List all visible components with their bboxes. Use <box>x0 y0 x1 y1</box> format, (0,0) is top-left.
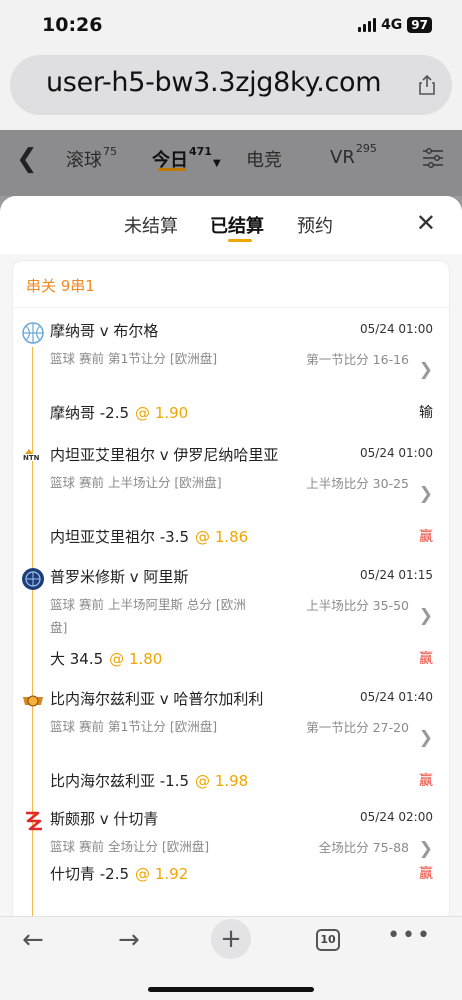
pick-label: 大 34.5 <box>50 650 104 668</box>
bet-market: 篮球 赛前 上半场阿里斯 总分 [欧洲 <box>50 597 246 612</box>
bet-result: 赢 <box>419 866 433 882</box>
filter-icon[interactable] <box>422 148 444 168</box>
tab-count: 295 <box>355 142 377 155</box>
new-tab-plus-icon[interactable]: + <box>211 919 251 959</box>
bet-row[interactable]: 摩纳哥 v 布尔格 05/24 01:00 篮球 赛前 第1节让分 [欧洲盘] … <box>13 321 451 441</box>
tab-count: 75 <box>103 145 117 158</box>
share-icon[interactable] <box>418 75 436 95</box>
match-datetime: 05/24 01:00 <box>360 322 433 336</box>
odds: @ 1.80 <box>109 650 163 668</box>
match-name: 斯颇那 v 什切青 <box>50 810 159 828</box>
signal-icon <box>358 18 377 32</box>
tab-vr[interactable]: VR295 <box>330 142 377 168</box>
match-datetime: 05/24 02:00 <box>360 810 433 824</box>
url-bar[interactable]: user-h5-bw3.3zjg8ky.com <box>10 55 452 115</box>
tabs-count-button[interactable]: 10 <box>316 929 340 951</box>
match-score: 第一节比分 27-20 <box>306 720 409 735</box>
sheet-tabs: 未结算 已结算 预约 ✕ <box>0 196 462 254</box>
bet-pick: 什切青 -2.5 @ 1.92 <box>50 863 188 884</box>
tab-unsettled[interactable]: 未结算 <box>124 212 178 238</box>
match-name: 比内海尔兹利亚 v 哈普尔加利利 <box>50 690 264 708</box>
status-time: 10:26 <box>42 14 103 36</box>
active-tab-indicator <box>228 239 252 242</box>
network-type: 4G <box>381 17 403 33</box>
odds: @ 1.98 <box>195 772 249 790</box>
bet-market: 篮球 赛前 第1节让分 [欧洲盘] <box>50 351 218 366</box>
tab-reserved[interactable]: 预约 <box>297 212 333 238</box>
tab-live[interactable]: 滚球75 <box>66 145 117 172</box>
close-icon[interactable]: ✕ <box>416 209 436 237</box>
match-name: 内坦亚艾里祖尔 v 伊罗尼纳哈里亚 <box>50 446 279 464</box>
forward-arrow-icon[interactable]: → <box>118 925 140 955</box>
match-datetime: 05/24 01:40 <box>360 690 433 704</box>
odds: @ 1.90 <box>135 404 189 422</box>
bet-pick: 比内海尔兹利亚 -1.5 @ 1.98 <box>50 770 248 791</box>
bet-pick: 摩纳哥 -2.5 @ 1.90 <box>50 402 188 423</box>
more-menu-icon[interactable]: ••• <box>387 923 432 948</box>
match-datetime: 05/24 01:00 <box>360 446 433 460</box>
match-score: 上半场比分 30-25 <box>306 476 409 491</box>
bet-market: 篮球 赛前 上半场让分 [欧洲盘] <box>50 475 222 490</box>
active-tab-indicator <box>158 168 186 171</box>
team-crest-icon <box>23 695 43 707</box>
team-logo-icon: NTN <box>22 449 44 462</box>
status-indicators: 4G 97 <box>358 17 432 33</box>
chevron-right-icon[interactable]: ❯ <box>419 839 433 859</box>
chevron-right-icon[interactable]: ❯ <box>419 728 433 748</box>
back-arrow-icon[interactable]: ← <box>22 925 44 955</box>
svg-text:NTN: NTN <box>23 454 40 462</box>
tab-settled[interactable]: 已结算 <box>210 212 264 238</box>
browser-chrome: 10:26 4G 97 user-h5-bw3.3zjg8ky.com <box>0 0 462 130</box>
odds: @ 1.92 <box>135 865 189 883</box>
tab-label: 滚球 <box>66 150 102 171</box>
pick-label: 比内海尔兹利亚 -1.5 <box>50 772 190 790</box>
tab-label: 电竞 <box>246 150 282 171</box>
tab-esports[interactable]: 电竞 <box>246 146 282 172</box>
bet-pick: 大 34.5 @ 1.80 <box>50 648 162 669</box>
bet-row[interactable]: 斯颇那 v 什切青 05/24 02:00 篮球 赛前 全场让分 [欧洲盘] 全… <box>13 809 451 916</box>
pick-label: 什切青 -2.5 <box>50 865 130 883</box>
bet-row[interactable]: NTN 内坦亚艾里祖尔 v 伊罗尼纳哈里亚 05/24 01:00 篮球 赛前 … <box>13 445 451 565</box>
basketball-icon <box>22 322 44 344</box>
match-score: 上半场比分 35-50 <box>306 598 409 613</box>
bet-result: 赢 <box>419 651 433 667</box>
back-icon[interactable]: ❮ <box>16 144 38 174</box>
pick-label: 内坦亚艾里祖尔 -3.5 <box>50 528 190 546</box>
home-indicator <box>148 987 314 992</box>
match-datetime: 05/24 01:15 <box>360 568 433 582</box>
bet-result: 赢 <box>419 773 433 789</box>
battery-icon: 97 <box>407 17 432 33</box>
bet-result: 赢 <box>419 529 433 545</box>
parlay-card: 串关 9串1 摩纳哥 v 布尔格 05/24 01:00 篮球 赛前 第1节让分… <box>12 260 450 916</box>
bet-row[interactable]: 比内海尔兹利亚 v 哈普尔加利利 05/24 01:40 篮球 赛前 第1节让分… <box>13 689 451 809</box>
browser-toolbar: ← → + 10 ••• <box>0 916 462 1000</box>
bet-record-sheet: 未结算 已结算 预约 ✕ 串关 9串1 摩纳哥 v 布尔格 05/24 01:0… <box>0 196 462 916</box>
match-score: 第一节比分 16-16 <box>306 352 409 367</box>
parlay-title: 串关 9串1 <box>26 277 95 295</box>
odds: @ 1.86 <box>195 528 249 546</box>
bet-row[interactable]: 普罗米修斯 v 阿里斯 05/24 01:15 篮球 赛前 上半场阿里斯 总分 … <box>13 567 451 687</box>
match-score: 全场比分 75-88 <box>318 840 409 855</box>
red-squiggle-icon <box>26 811 42 831</box>
pick-label: 摩纳哥 -2.5 <box>50 404 130 422</box>
bet-market-cont: 盘] <box>50 620 68 635</box>
tab-count: 471 <box>189 145 212 158</box>
chevron-right-icon[interactable]: ❯ <box>419 360 433 380</box>
caret-down-icon: ▼ <box>212 158 221 169</box>
sports-nav: ❮ 滚球75 今日471▼ 电竞 VR295 <box>0 130 462 196</box>
bet-result: 输 <box>419 405 433 421</box>
bet-pick: 内坦亚艾里祖尔 -3.5 @ 1.86 <box>50 526 248 547</box>
tab-label: VR <box>330 147 355 168</box>
url-text: user-h5-bw3.3zjg8ky.com <box>46 67 382 98</box>
ball-globe-icon <box>22 568 44 590</box>
chevron-right-icon[interactable]: ❯ <box>419 606 433 626</box>
chevron-right-icon[interactable]: ❯ <box>419 484 433 504</box>
match-name: 普罗米修斯 v 阿里斯 <box>50 568 189 586</box>
bet-market: 篮球 赛前 第1节让分 [欧洲盘] <box>50 719 218 734</box>
divider <box>13 307 449 308</box>
bet-market: 篮球 赛前 全场让分 [欧洲盘] <box>50 839 210 854</box>
match-name: 摩纳哥 v 布尔格 <box>50 322 159 340</box>
